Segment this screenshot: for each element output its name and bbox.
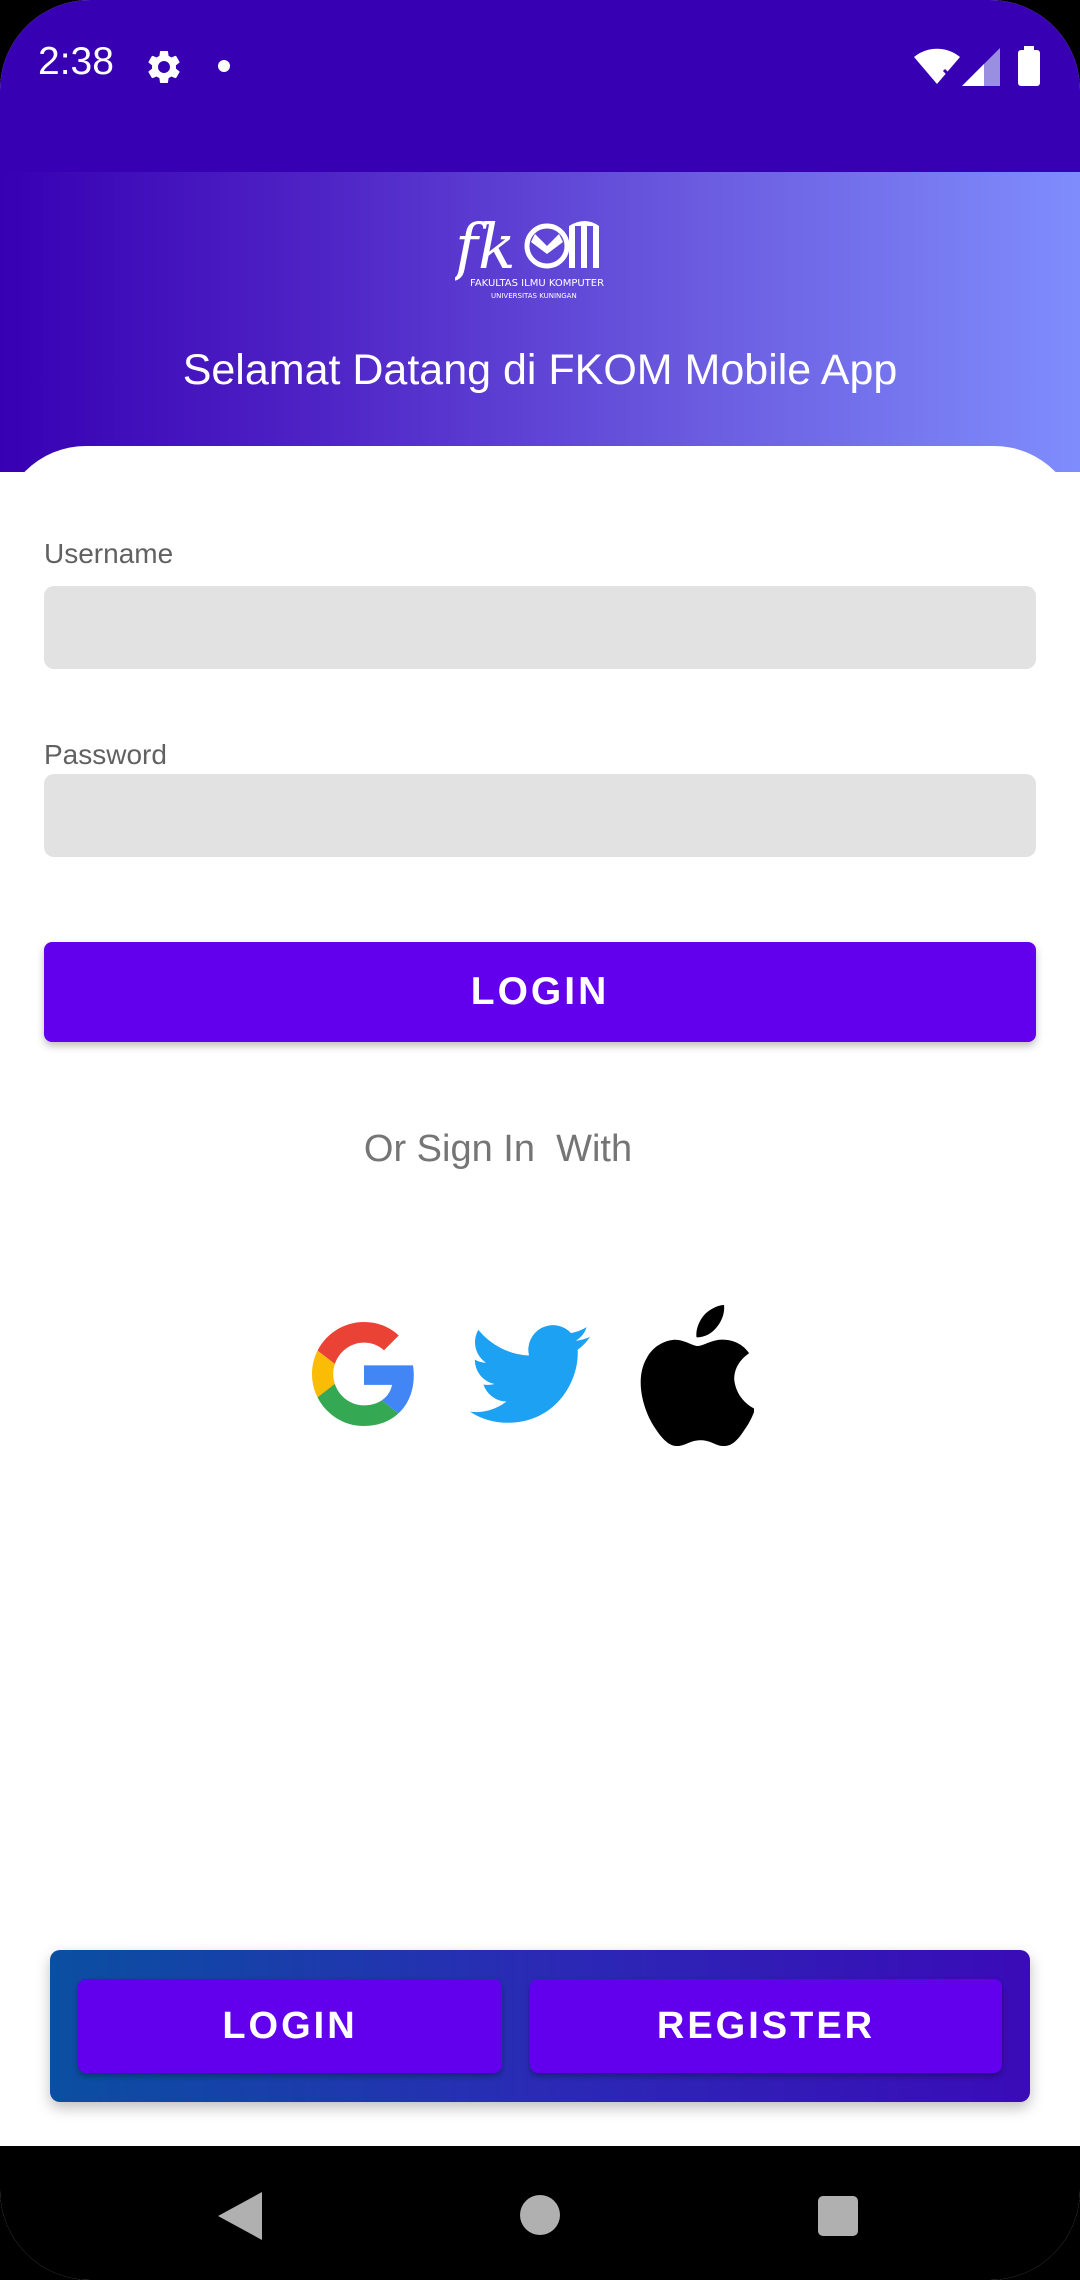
recents-icon[interactable] xyxy=(818,2196,858,2236)
bottom-login-button[interactable]: LOGIN xyxy=(78,1979,502,2073)
username-input[interactable] xyxy=(44,586,1036,669)
apple-icon[interactable] xyxy=(638,1304,754,1446)
password-label: Password xyxy=(44,739,167,770)
login-card xyxy=(0,446,1080,2106)
svg-text:fk: fk xyxy=(455,210,516,283)
or-sign-in-with-text: Or Sign In With xyxy=(363,1128,633,1170)
gear-icon xyxy=(148,50,180,83)
username-label: Username xyxy=(44,538,174,569)
status-time: 2:38 xyxy=(38,40,114,83)
status-bar: 2:38 xyxy=(0,0,1080,172)
wifi-off-icon xyxy=(914,48,960,84)
register-button[interactable]: REGISTER xyxy=(530,1979,1002,2073)
welcome-title: Selamat Datang di FKOM Mobile App xyxy=(182,346,898,394)
login-button[interactable]: LOGIN xyxy=(44,942,1036,1042)
signal-icon xyxy=(962,48,1000,86)
svg-text:UNIVERSITAS KUNINGAN: UNIVERSITAS KUNINGAN xyxy=(491,292,577,300)
fkom-logo: fk FAKULTAS ILMU KOMPUTER UNIVERSITAS KU… xyxy=(455,210,604,300)
battery-icon xyxy=(1018,46,1040,86)
login-screen: 2:38 fk FAKULTAS ILMU KOMPUTER UNIVERSIT… xyxy=(0,0,1080,2280)
back-icon[interactable] xyxy=(218,2192,262,2240)
password-input[interactable] xyxy=(44,774,1036,857)
twitter-icon[interactable] xyxy=(470,1325,590,1425)
google-icon[interactable] xyxy=(312,1322,416,1426)
notification-dot-icon xyxy=(218,60,230,72)
svg-text:FAKULTAS ILMU KOMPUTER: FAKULTAS ILMU KOMPUTER xyxy=(470,278,604,289)
home-icon[interactable] xyxy=(520,2195,560,2235)
